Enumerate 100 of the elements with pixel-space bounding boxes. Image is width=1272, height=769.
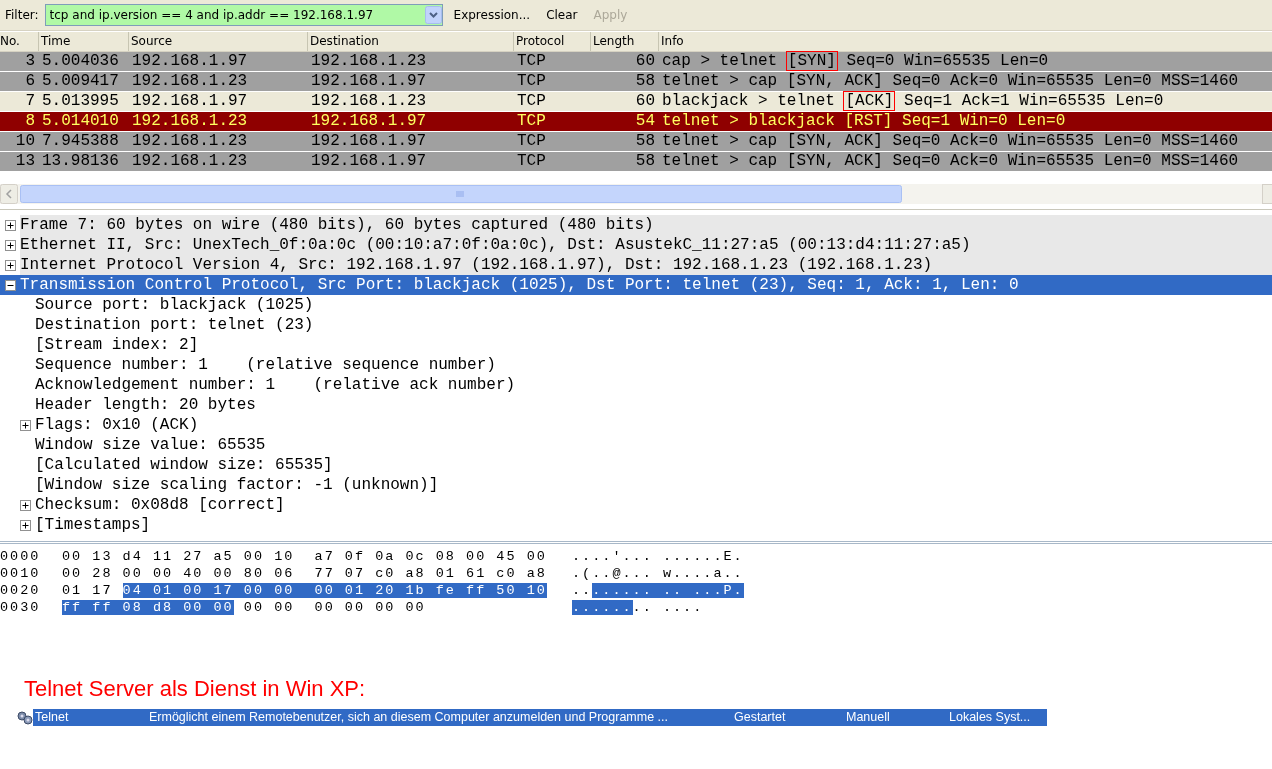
detail-item[interactable]: [Stream index: 2] (35, 335, 199, 355)
packet-row[interactable]: 8 5.014010 192.168.1.23 192.168.1.97 TCP 54 telnet > blackjack [RST] Seq=1 Win=0 Len=0 (0, 112, 1272, 132)
packet-cell-text: TCP (516, 52, 547, 71)
hex-offset: 0010 (0, 565, 42, 582)
packet-cell-text: 192.168.1.97 (310, 112, 428, 131)
detail-item[interactable]: Checksum: 0x08d8 [correct] (35, 495, 285, 515)
filter-label: Filter: (5, 8, 39, 22)
service-cell-text: Telnet (35, 709, 70, 726)
packet-cell-text: 5.014010 (41, 112, 120, 131)
packet-cell-text: TCP (516, 92, 547, 111)
packet-cell-text: 58 (634, 132, 656, 151)
detail-item[interactable]: [Timestamps] (35, 515, 151, 535)
packet-cell-text: 192.168.1.23 (310, 52, 428, 71)
column-header[interactable]: No. (0, 32, 38, 51)
caption-text: Telnet Server als Dienst in Win XP: (24, 676, 367, 702)
packet-cell-text: 13.98136 (41, 152, 120, 171)
service-cell-text: Ermöglicht einem Remotebenutzer, sich an diesem Computer anzumelden und Programme ... (149, 709, 669, 726)
packet-info-cell-text: telnet > blackjack [RST] Seq=1 Win=0 Len=0 (661, 112, 1067, 131)
column-header[interactable]: Destination (307, 32, 513, 51)
packet-cell-text: TCP (516, 152, 547, 171)
packet-row[interactable]: 3 5.004036 192.168.1.97 192.168.1.23 TCP 60 cap > telnet [SYN] Seq=0 Win=65535 Len=0 (0, 52, 1272, 72)
packet-cell-text: 6 (24, 72, 36, 91)
detail-item[interactable]: [Window size scaling factor: -1 (unknown)] (35, 475, 439, 495)
packet-info-cell-text: telnet > cap [SYN, ACK] Seq=0 Ack=0 Win=65535 Len=0 MSS=1460 (661, 132, 1240, 151)
packet-row[interactable]: 10 7.945388 192.168.1.23 192.168.1.97 TCP 58 telnet > cap [SYN, ACK] Seq=0 Ack=0 Win=65535 Len=0 MSS=1460 (0, 132, 1272, 152)
detail-item[interactable]: Sequence number: 1 (relative sequence number) (35, 355, 496, 375)
packet-cell-text: 192.168.1.23 (310, 92, 428, 111)
expand-icon[interactable] (19, 419, 31, 431)
packet-cell-text: 192.168.1.97 (131, 92, 249, 111)
column-header[interactable]: Info (658, 32, 1272, 51)
packet-cell-text: 192.168.1.97 (310, 152, 428, 171)
packet-cell-text: TCP (516, 72, 547, 91)
expand-icon[interactable] (19, 499, 31, 511)
packet-cell-text: 192.168.1.23 (131, 132, 249, 151)
column-header[interactable]: Length (590, 32, 658, 51)
hex-bytes: ff ff 08 d8 00 00 00 00 00 00 00 00 (62, 599, 427, 616)
column-header[interactable]: Protocol (513, 32, 590, 51)
hex-ascii: ....'... ......E. (572, 548, 744, 565)
gears-icon (17, 710, 33, 725)
hex-offset: 0000 (0, 548, 42, 565)
packet-info-cell-text: telnet > cap [SYN, ACK] Seq=0 Ack=0 Win=65535 Len=0 MSS=1460 (661, 72, 1240, 91)
packet-cell-text: 192.168.1.23 (131, 152, 249, 171)
detail-item[interactable]: Source port: blackjack (1025) (35, 295, 314, 315)
hex-bytes: 00 13 d4 11 27 a5 00 10 a7 0f 0a 0c 08 00 45 00 (62, 548, 548, 565)
collapse-icon[interactable] (4, 279, 16, 291)
packet-cell-text: TCP (516, 132, 547, 151)
packet-info-cell-text: cap > telnet [SYN] Seq=0 Win=65535 Len=0 (661, 52, 1050, 71)
packet-cell-text: 192.168.1.97 (131, 52, 249, 71)
packet-cell-text: 192.168.1.97 (310, 132, 428, 151)
packet-cell-text: 5.004036 (41, 52, 120, 71)
hex-bytes: 01 17 04 01 00 17 00 00 00 01 20 1b fe ff 50 10 (62, 582, 548, 599)
service-cell-text: Lokales Syst... (949, 709, 1032, 726)
service-row[interactable]: Telnet Ermöglicht einem Remotebenutzer, sich an diesem Computer anzumelden und Programme ... Gestartet Manuell Lokales Syst... (33, 709, 1047, 726)
hex-bytes: 00 28 00 00 40 00 80 06 77 07 c0 a8 01 61 c0 a8 (62, 565, 548, 582)
packet-cell-text: 7.945388 (41, 132, 120, 151)
detail-item[interactable]: Frame 7: 60 bytes on wire (480 bits), 60 bytes captured (480 bits) (20, 215, 1272, 235)
packet-cell-text: 60 (634, 52, 656, 71)
packet-row[interactable]: 6 5.009417 192.168.1.23 192.168.1.97 TCP 58 telnet > cap [SYN, ACK] Seq=0 Ack=0 Win=65535 Len=0 MSS=1460 (0, 72, 1272, 92)
packet-row[interactable]: 13 13.98136 192.168.1.23 192.168.1.97 TCP 58 telnet > cap [SYN, ACK] Seq=0 Ack=0 Win=65535 Len=0 MSS=1460 (0, 152, 1272, 172)
packet-cell-text: 5.013995 (41, 92, 120, 111)
packet-row[interactable]: 7 5.013995 192.168.1.97 192.168.1.23 TCP 60 blackjack > telnet [ACK] Seq=1 Ack=1 Win=65535 Len=0 (0, 92, 1272, 112)
packet-cell-text: 60 (634, 92, 656, 111)
detail-item[interactable]: [Calculated window size: 65535] (35, 455, 333, 475)
expand-icon[interactable] (4, 219, 16, 231)
expand-icon[interactable] (4, 259, 16, 271)
column-header[interactable]: Source (128, 32, 307, 51)
detail-item[interactable]: Header length: 20 bytes (35, 395, 256, 415)
filter-field[interactable]: tcp and ip.version == 4 and ip.addr == 192.168.1.97 (44, 4, 443, 26)
packet-cell-text: 10 (14, 132, 36, 151)
packet-cell-text: 7 (24, 92, 36, 111)
detail-item[interactable]: Window size value: 65535 (35, 435, 266, 455)
packet-cell-text: TCP (516, 112, 547, 131)
packet-cell-text: 192.168.1.97 (310, 72, 428, 91)
packet-cell-text: 5.009417 (41, 72, 120, 91)
packet-cell-text: 58 (634, 152, 656, 171)
expand-icon[interactable] (19, 519, 31, 531)
packet-cell-text: 3 (24, 52, 36, 71)
detail-item[interactable]: Destination port: telnet (23) (35, 315, 314, 335)
filter-action-button[interactable]: Clear (541, 8, 583, 22)
hex-offset: 0030 (0, 599, 42, 616)
detail-item[interactable]: Flags: 0x10 (ACK) (35, 415, 199, 435)
hex-ascii: ........ .... (572, 599, 704, 616)
filter-action-button[interactable]: Expression... (448, 8, 536, 22)
service-cell-text: Manuell (846, 709, 891, 726)
column-header[interactable]: Time (38, 32, 128, 51)
packet-cell-text: 58 (634, 72, 656, 91)
detail-item[interactable]: Internet Protocol Version 4, Src: 192.168.1.97 (192.168.1.97), Dst: 192.168.1.23 (192.168.1.23) (20, 255, 1272, 275)
expand-icon[interactable] (4, 239, 16, 251)
detail-item[interactable]: Ethernet II, Src: UnexTech_0f:0a:0c (00:10:a7:0f:0a:0c), Dst: AsustekC_11:27:a5 (00:13:d4:11:27:a5) (20, 235, 1272, 255)
packet-cell-text: 192.168.1.23 (131, 72, 249, 91)
dropdown-icon[interactable] (424, 6, 442, 24)
packet-cell-text: 54 (634, 112, 656, 131)
detail-item[interactable]: Acknowledgement number: 1 (relative ack number) (35, 375, 516, 395)
hex-offset: 0020 (0, 582, 42, 599)
packet-cell-text: 8 (24, 112, 36, 131)
hex-ascii: .(..@... w....a.. (572, 565, 744, 582)
packet-info-cell-text: telnet > cap [SYN, ACK] Seq=0 Ack=0 Win=65535 Len=0 MSS=1460 (661, 152, 1240, 171)
horizontal-scrollbar[interactable] (0, 184, 1272, 204)
service-cell-text: Gestartet (734, 709, 787, 726)
packet-info-cell-text: blackjack > telnet [ACK] Seq=1 Ack=1 Win=65535 Len=0 (661, 92, 1165, 111)
